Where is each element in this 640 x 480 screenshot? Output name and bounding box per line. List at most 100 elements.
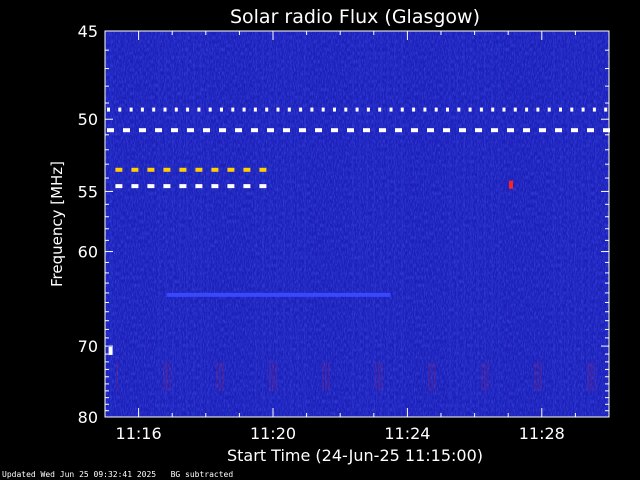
y-tick-label: 70 (78, 337, 98, 356)
emission-dash (129, 107, 133, 112)
emission-dash (547, 107, 551, 112)
emission-dash (276, 107, 280, 112)
emission-dash (131, 184, 139, 189)
emission-dash (259, 167, 267, 172)
emission-dash (163, 184, 171, 189)
emission-dash (195, 167, 203, 172)
emission-spot (108, 346, 113, 355)
emission-dash (163, 107, 167, 112)
x-tick-label: 11:20 (250, 424, 296, 443)
emission-dash (179, 167, 187, 172)
emission-dash (242, 107, 246, 112)
emission-dash (139, 128, 146, 133)
emission-dash (502, 107, 506, 112)
y-axis-label: Frequency [MHz] (48, 161, 66, 287)
emission-dash (203, 128, 210, 133)
emission-dash (378, 107, 382, 112)
emission-dash (287, 107, 291, 112)
emission-band (166, 292, 391, 297)
emission-dash (581, 107, 585, 112)
emission-dash (227, 167, 235, 172)
emission-dash (539, 128, 546, 133)
emission-dash (220, 107, 223, 112)
emission-dash (267, 128, 274, 133)
emission-dash (459, 128, 466, 133)
emission-dash (243, 184, 251, 189)
emission-dash (115, 184, 123, 189)
emission-dash (208, 107, 212, 112)
emission-dash (347, 128, 354, 133)
emission-dash (265, 107, 269, 112)
y-tick-label: 50 (78, 110, 98, 129)
emission-dash (243, 167, 251, 172)
emission-dash (366, 107, 370, 112)
emission-dash (571, 128, 578, 133)
emission-dash (186, 107, 190, 112)
emission-dash (570, 107, 574, 112)
emission-dash (434, 107, 438, 112)
emission-dash (211, 184, 219, 189)
x-tick-label: 11:24 (384, 424, 430, 443)
emission-dash (344, 107, 348, 112)
emission-dash (400, 107, 404, 112)
emission-dash (333, 107, 336, 112)
emission-dash (604, 107, 608, 112)
emission-dash (427, 128, 434, 133)
emission-dash (174, 107, 178, 112)
emission-dash (321, 107, 325, 112)
emission-dash (231, 107, 235, 112)
emission-dash (140, 107, 144, 112)
emission-dash (423, 107, 427, 112)
emission-dash (507, 128, 514, 133)
x-tick-label: 11:16 (116, 424, 162, 443)
emission-dash (355, 107, 359, 112)
emission-dash (195, 184, 203, 189)
emission-dash (299, 107, 303, 112)
emission-dash (187, 128, 194, 133)
emission-dash (283, 128, 290, 133)
y-tick-label: 55 (78, 182, 98, 201)
emission-dash (395, 128, 402, 133)
x-axis-label: Start Time (24-Jun-25 11:15:00) (227, 446, 483, 465)
emission-dash (123, 128, 130, 133)
y-tick-label: 45 (78, 22, 98, 41)
emission-dash (155, 128, 162, 133)
emission-dash (171, 128, 178, 133)
x-tick-label: 11:28 (519, 424, 565, 443)
emission-dash (235, 128, 242, 133)
emission-dash (152, 107, 156, 112)
y-tick-label: 80 (78, 408, 98, 427)
emission-dash (457, 107, 461, 112)
emission-dash (379, 128, 386, 133)
emission-dash (525, 107, 529, 112)
emission-dash (446, 107, 449, 112)
emission-dash (147, 184, 155, 189)
emission-dash (491, 107, 495, 112)
emission-dash (115, 167, 123, 172)
emission-dash (491, 128, 498, 133)
emission-dash (389, 107, 393, 112)
emission-dash (536, 107, 540, 112)
emission-dash (197, 107, 201, 112)
emission-dash (587, 128, 594, 133)
emission-dash (310, 107, 314, 112)
emission-dash (411, 128, 418, 133)
emission-dash (315, 128, 322, 133)
emission-dash (331, 128, 338, 133)
emission-dash (253, 107, 257, 112)
emission-dash (118, 107, 122, 112)
emission-dash (259, 184, 267, 189)
emission-dash (219, 128, 226, 133)
emission-dash (147, 167, 155, 172)
chart-title: Solar radio Flux (Glasgow) (230, 6, 480, 28)
y-tick-label: 60 (78, 243, 98, 262)
emission-dash (107, 128, 114, 133)
emission-dash (523, 128, 530, 133)
emission-dash (559, 107, 562, 112)
emission-dash (163, 167, 171, 172)
background-noise (105, 31, 609, 417)
emission-dash (592, 107, 596, 112)
emission-dash (211, 167, 219, 172)
emission-dash (299, 128, 306, 133)
emission-dash (179, 184, 187, 189)
